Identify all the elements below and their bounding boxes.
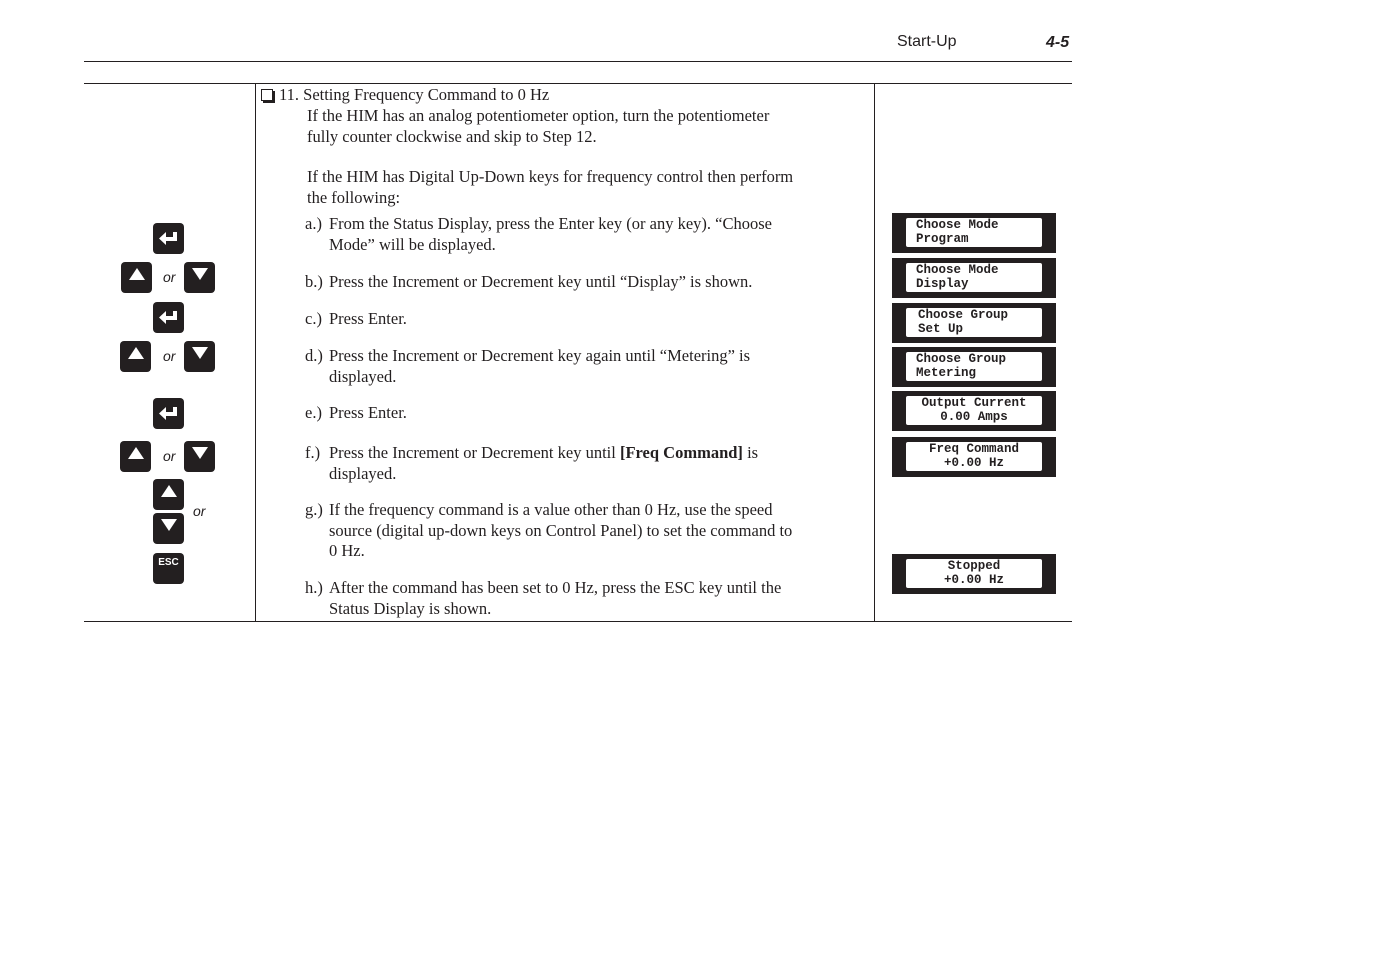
lcd-line-2: +0.00 Hz: [943, 573, 1004, 587]
esc-label: ESC: [158, 557, 179, 568]
substep-line: Press the Increment or Decrement key aga…: [329, 346, 751, 365]
substep-line: Status Display is shown.: [329, 598, 492, 618]
lcd-display: Choose Mode Program: [892, 213, 1056, 253]
substep-line: From the Status Display, press the Enter…: [329, 214, 772, 233]
lcd-display: Output Current 0.00 Amps: [892, 391, 1056, 431]
increment-key[interactable]: [120, 441, 151, 472]
enter-icon: [158, 406, 177, 420]
intro-paragraph-1: If the HIM has an analog potentiometer o…: [307, 106, 769, 147]
substep-label: a.): [305, 214, 322, 233]
substep-label: e.): [305, 403, 322, 422]
decrement-key[interactable]: [184, 341, 215, 372]
section-title: Start-Up: [897, 33, 957, 50]
substep-line: If the frequency command is a value othe…: [329, 500, 773, 519]
down-arrow-icon: [160, 518, 177, 531]
down-arrow-icon: [191, 267, 208, 280]
decrement-key[interactable]: [184, 441, 215, 472]
decrement-key[interactable]: [153, 513, 184, 544]
substep-line: Press the Increment or Decrement key unt…: [329, 443, 758, 464]
page-number: 4-5: [1046, 34, 1070, 51]
enter-icon: [158, 231, 177, 245]
intro-line: If the HIM has Digital Up-Down keys for …: [307, 167, 794, 186]
checkbox-icon[interactable]: [261, 89, 273, 101]
substep-text: is: [742, 443, 759, 462]
substep-line: displayed.: [329, 366, 397, 386]
lcd-line-2: Program: [916, 232, 969, 246]
up-arrow-icon: [127, 346, 144, 359]
header-rule: [84, 61, 1072, 62]
lcd-line-2: Display: [916, 277, 969, 291]
increment-key[interactable]: [153, 479, 184, 510]
esc-key[interactable]: ESC: [153, 553, 184, 584]
lcd-line-2: Metering: [916, 366, 977, 380]
substep-line: source (digital up-down keys on Control …: [329, 520, 793, 540]
step-number: 11.: [279, 85, 300, 104]
substep-line: Mode” will be displayed.: [329, 234, 496, 254]
lcd-line-2: Set Up: [918, 322, 964, 336]
increment-key[interactable]: [121, 262, 152, 293]
lcd-display: Stopped +0.00 Hz: [892, 554, 1056, 594]
up-arrow-icon: [127, 446, 144, 459]
enter-key[interactable]: [153, 302, 184, 333]
lcd-display: Choose Mode Display: [892, 258, 1056, 298]
column-divider-left: [255, 83, 256, 622]
or-label: or: [163, 448, 176, 464]
substep-line: Press the Increment or Decrement key unt…: [329, 272, 753, 291]
enter-key[interactable]: [153, 223, 184, 254]
substep-label: f.): [305, 443, 321, 462]
up-arrow-icon: [128, 267, 145, 280]
up-arrow-icon: [160, 484, 177, 497]
lcd-line-1: Freq Command: [928, 442, 1019, 456]
lcd-line-1: Stopped: [947, 559, 1001, 573]
lcd-line-1: Choose Group: [916, 352, 1007, 366]
lcd-line-2: 0.00 Amps: [940, 410, 1008, 424]
substep-line: Press Enter.: [329, 403, 407, 422]
column-divider-right: [874, 83, 875, 622]
enter-icon: [158, 310, 177, 324]
or-label: or: [193, 503, 206, 519]
or-label: or: [163, 348, 176, 364]
substep-label: d.): [305, 346, 323, 365]
enter-key[interactable]: [153, 398, 184, 429]
substep-line: displayed.: [329, 463, 397, 483]
down-arrow-icon: [191, 446, 208, 459]
substep-line: After the command has been set to 0 Hz, …: [329, 578, 782, 597]
step-heading: 11. Setting Frequency Command to 0 Hz: [261, 85, 549, 106]
substep-label: b.): [305, 272, 323, 291]
down-arrow-icon: [191, 346, 208, 359]
lcd-line-1: Output Current: [921, 396, 1027, 410]
substep-label: h.): [305, 578, 323, 597]
intro-line: fully counter clockwise and skip to Step…: [307, 126, 597, 146]
substep-label: c.): [305, 309, 322, 328]
lcd-display: Choose Group Set Up: [892, 303, 1056, 343]
table-bottom-rule: [84, 621, 1072, 622]
lcd-line-1: Choose Mode: [916, 218, 999, 232]
increment-key[interactable]: [120, 341, 151, 372]
substep-line: 0 Hz.: [329, 541, 365, 560]
or-label: or: [163, 269, 176, 285]
table-top-rule: [84, 83, 1072, 84]
step-title: Setting Frequency Command to 0 Hz: [303, 85, 550, 104]
lcd-line-1: Choose Mode: [916, 263, 999, 277]
substep-text: Press the Increment or Decrement key unt…: [329, 443, 620, 462]
lcd-line-1: Choose Group: [918, 308, 1009, 322]
substep-line: Press Enter.: [329, 309, 407, 328]
decrement-key[interactable]: [184, 262, 215, 293]
parameter-name: [Freq Command]: [619, 443, 743, 462]
lcd-display: Freq Command +0.00 Hz: [892, 437, 1056, 477]
intro-line: the following:: [307, 187, 401, 207]
lcd-display: Choose Group Metering: [892, 347, 1056, 387]
intro-line: If the HIM has an analog potentiometer o…: [307, 106, 770, 125]
lcd-line-2: +0.00 Hz: [943, 456, 1004, 470]
intro-paragraph-2: If the HIM has Digital Up-Down keys for …: [307, 167, 793, 208]
substep-label: g.): [305, 500, 323, 519]
